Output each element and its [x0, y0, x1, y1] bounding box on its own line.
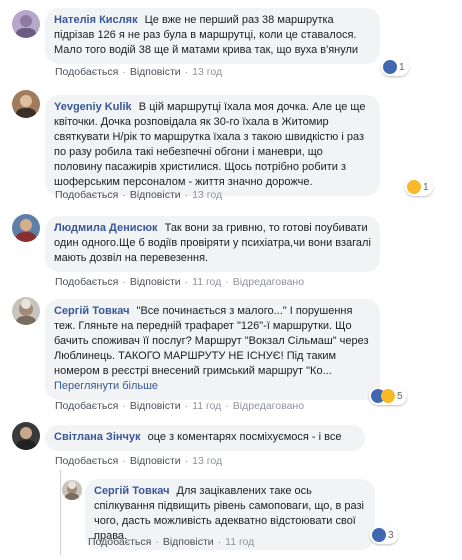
comment-bubble: Світлана Зінчук оце з коментарях посміху… — [45, 425, 365, 451]
avatar-photo-icon — [16, 427, 36, 450]
comment-actions: Подобається · Відповісти · 11 год — [88, 536, 255, 548]
comment-actions: Подобається · Відповісти · 13 год — [55, 66, 223, 78]
wow-icon — [407, 180, 421, 194]
like-link[interactable]: Подобається — [88, 536, 151, 548]
comment-text: оце з коментарях посміхуємося - і все — [147, 431, 342, 443]
like-icon — [372, 528, 386, 542]
comment-actions: Подобається · Відповісти · 11 год · Відредагов… — [55, 276, 305, 288]
reply-thread-line — [60, 470, 61, 555]
comment-text: В цій маршрутці їхала моя дочка. Але це … — [54, 101, 366, 188]
comment-author[interactable]: Нателія Кисляк — [54, 14, 138, 26]
reaction-badge[interactable]: 5 — [369, 387, 407, 405]
comment-bubble: Нателія Кисляк Це вже не перший раз 38 м… — [45, 8, 380, 64]
comment-bubble: Людмила Денисюк Так вони за гривню, то г… — [45, 216, 380, 272]
reply-link[interactable]: Відповісти — [130, 400, 181, 412]
reply-link[interactable]: Відповісти — [130, 66, 181, 78]
reaction-count: 1 — [423, 181, 429, 193]
avatar-photo-icon — [65, 481, 79, 500]
reaction-count: 5 — [397, 390, 403, 402]
reply-link[interactable]: Відповісти — [130, 189, 181, 201]
reaction-badge[interactable]: 3 — [370, 526, 398, 544]
avatar[interactable] — [12, 214, 40, 242]
reply-link[interactable]: Відповісти — [130, 455, 181, 467]
avatar-photo-icon — [16, 299, 36, 325]
like-link[interactable]: Подобається — [55, 66, 118, 78]
comment-author[interactable]: Yevgeniy Kulik — [54, 101, 132, 113]
like-link[interactable]: Подобається — [55, 400, 118, 412]
like-link[interactable]: Подобається — [55, 455, 118, 467]
comment-author[interactable]: Сергій Товкач — [94, 485, 169, 497]
reaction-count: 3 — [388, 529, 394, 541]
comment-author[interactable]: Сергій Товкач — [54, 305, 129, 317]
avatar-photo-icon — [16, 219, 36, 242]
reply-link[interactable]: Відповісти — [130, 276, 181, 288]
avatar[interactable] — [62, 480, 82, 500]
reaction-count: 1 — [399, 61, 405, 73]
avatar-photo-icon — [16, 15, 36, 38]
see-more-link[interactable]: Переглянути більше — [54, 380, 158, 392]
avatar[interactable] — [12, 297, 40, 325]
reaction-badge[interactable]: 1 — [381, 58, 409, 76]
like-icon — [383, 60, 397, 74]
like-link[interactable]: Подобається — [55, 189, 118, 201]
avatar[interactable] — [12, 90, 40, 118]
timestamp[interactable]: 13 год — [192, 189, 222, 201]
timestamp[interactable]: 13 год — [192, 66, 222, 78]
comment-actions: Подобається · Відповісти · 11 год · Відредагов… — [55, 400, 305, 412]
comment-author[interactable]: Світлана Зінчук — [54, 431, 141, 443]
avatar-photo-icon — [16, 95, 36, 118]
timestamp[interactable]: 11 год — [192, 276, 221, 288]
edited-label[interactable]: Відредаговано — [233, 276, 304, 288]
wow-icon — [381, 389, 395, 403]
timestamp[interactable]: 11 год — [192, 400, 221, 412]
timestamp[interactable]: 11 год — [225, 536, 254, 548]
comment-bubble: Yevgeniy Kulik В цій маршрутці їхала моя… — [45, 95, 380, 196]
comment-bubble: Сергій Товкач "Все починається з малого.… — [45, 299, 380, 400]
reaction-badge[interactable]: 1 — [405, 178, 433, 196]
edited-label[interactable]: Відредаговано — [233, 400, 304, 412]
avatar[interactable] — [12, 422, 40, 450]
like-link[interactable]: Подобається — [55, 276, 118, 288]
comment-author[interactable]: Людмила Денисюк — [54, 222, 158, 234]
avatar[interactable] — [12, 10, 40, 38]
timestamp[interactable]: 13 год — [192, 455, 222, 467]
comment-actions: Подобається · Відповісти · 13 год — [55, 455, 223, 467]
reply-link[interactable]: Відповісти — [163, 536, 214, 548]
comment-actions: Подобається · Відповісти · 13 год — [55, 189, 223, 201]
